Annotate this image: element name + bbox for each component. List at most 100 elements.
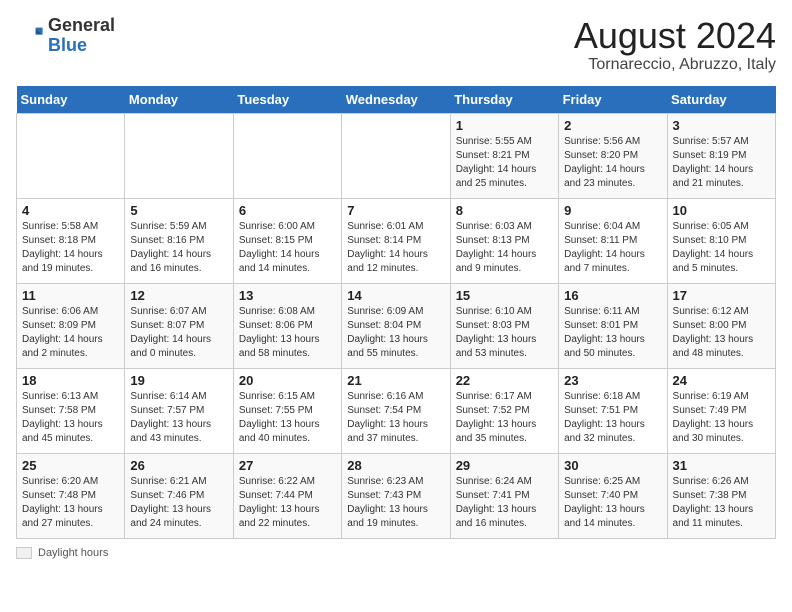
- day-number: 3: [673, 118, 770, 133]
- day-info: Sunrise: 6:22 AMSunset: 7:44 PMDaylight:…: [239, 475, 336, 531]
- day-info: Sunrise: 5:59 AMSunset: 8:16 PMDaylight:…: [130, 220, 227, 276]
- title-block: August 2024 Tornareccio, Abruzzo, Italy: [574, 16, 776, 74]
- day-info: Sunrise: 6:15 AMSunset: 7:55 PMDaylight:…: [239, 390, 336, 446]
- day-header-saturday: Saturday: [667, 86, 775, 114]
- calendar-cell: 28Sunrise: 6:23 AMSunset: 7:43 PMDayligh…: [342, 453, 450, 538]
- calendar-cell: 6 Sunrise: 6:00 AMSunset: 8:15 PMDaylight…: [233, 198, 341, 283]
- day-info: Sunrise: 5:58 AMSunset: 8:18 PMDaylight:…: [22, 220, 119, 276]
- day-number: 10: [673, 203, 770, 218]
- month-year: August 2024: [574, 16, 776, 56]
- logo-blue: Blue: [48, 35, 87, 55]
- day-info: Sunrise: 6:21 AMSunset: 7:46 PMDaylight:…: [130, 475, 227, 531]
- day-number: 31: [673, 458, 770, 473]
- calendar-cell: 13 Sunrise: 6:08 AMSunset: 8:06 PMDayligh…: [233, 283, 341, 368]
- day-info: Sunrise: 6:24 AMSunset: 7:41 PMDaylight:…: [456, 475, 553, 531]
- calendar-cell: 18 Sunrise: 6:13 AMSunset: 7:58 PMDayligh…: [17, 368, 125, 453]
- calendar-cell: [125, 113, 233, 198]
- day-info: Sunrise: 6:19 AMSunset: 7:49 PMDaylight:…: [673, 390, 770, 446]
- daylight-box: [16, 547, 32, 559]
- day-number: 4: [22, 203, 119, 218]
- day-info: Sunrise: 6:05 AMSunset: 8:10 PMDaylight:…: [673, 220, 770, 276]
- day-info: Sunrise: 6:07 AMSunset: 8:07 PMDaylight:…: [130, 305, 227, 361]
- calendar-cell: 27Sunrise: 6:22 AMSunset: 7:44 PMDayligh…: [233, 453, 341, 538]
- calendar-cell: 1 Sunrise: 5:55 AMSunset: 8:21 PMDaylight…: [450, 113, 558, 198]
- day-number: 23: [564, 373, 661, 388]
- day-number: 19: [130, 373, 227, 388]
- day-number: 13: [239, 288, 336, 303]
- day-number: 29: [456, 458, 553, 473]
- header-row: SundayMondayTuesdayWednesdayThursdayFrid…: [17, 86, 776, 114]
- calendar-cell: 26 Sunrise: 6:21 AMSunset: 7:46 PMDayligh…: [125, 453, 233, 538]
- day-number: 18: [22, 373, 119, 388]
- day-header-wednesday: Wednesday: [342, 86, 450, 114]
- day-number: 2: [564, 118, 661, 133]
- day-info: Sunrise: 6:06 AMSunset: 8:09 PMDaylight:…: [22, 305, 119, 361]
- day-number: 12: [130, 288, 227, 303]
- week-row-2: 4 Sunrise: 5:58 AMSunset: 8:18 PMDaylight…: [17, 198, 776, 283]
- calendar-cell: 5 Sunrise: 5:59 AMSunset: 8:16 PMDaylight…: [125, 198, 233, 283]
- calendar-cell: 31 Sunrise: 6:26 AMSunset: 7:38 PMDayligh…: [667, 453, 775, 538]
- calendar-table: SundayMondayTuesdayWednesdayThursdayFrid…: [16, 86, 776, 539]
- calendar-cell: 23 Sunrise: 6:18 AMSunset: 7:51 PMDayligh…: [559, 368, 667, 453]
- calendar-cell: 4 Sunrise: 5:58 AMSunset: 8:18 PMDaylight…: [17, 198, 125, 283]
- footer-label: Daylight hours: [38, 547, 108, 559]
- day-info: Sunrise: 6:13 AMSunset: 7:58 PMDaylight:…: [22, 390, 119, 446]
- day-header-thursday: Thursday: [450, 86, 558, 114]
- day-number: 9: [564, 203, 661, 218]
- logo-text: General Blue: [48, 16, 115, 56]
- day-number: 11: [22, 288, 119, 303]
- day-info: Sunrise: 5:55 AMSunset: 8:21 PMDaylight:…: [456, 135, 553, 191]
- calendar-cell: 14Sunrise: 6:09 AMSunset: 8:04 PMDayligh…: [342, 283, 450, 368]
- calendar-cell: 12 Sunrise: 6:07 AMSunset: 8:07 PMDayligh…: [125, 283, 233, 368]
- calendar-cell: 8 Sunrise: 6:03 AMSunset: 8:13 PMDaylight…: [450, 198, 558, 283]
- day-number: 6: [239, 203, 336, 218]
- day-header-monday: Monday: [125, 86, 233, 114]
- page-header: General Blue August 2024 Tornareccio, Ab…: [16, 16, 776, 74]
- day-info: Sunrise: 6:11 AMSunset: 8:01 PMDaylight:…: [564, 305, 661, 361]
- day-number: 20: [239, 373, 336, 388]
- calendar-cell: 25 Sunrise: 6:20 AMSunset: 7:48 PMDayligh…: [17, 453, 125, 538]
- footer: Daylight hours: [16, 547, 776, 559]
- day-number: 15: [456, 288, 553, 303]
- day-number: 8: [456, 203, 553, 218]
- calendar-cell: 21Sunrise: 6:16 AMSunset: 7:54 PMDayligh…: [342, 368, 450, 453]
- day-info: Sunrise: 6:00 AMSunset: 8:15 PMDaylight:…: [239, 220, 336, 276]
- day-info: Sunrise: 6:03 AMSunset: 8:13 PMDaylight:…: [456, 220, 553, 276]
- calendar-cell: 22 Sunrise: 6:17 AMSunset: 7:52 PMDayligh…: [450, 368, 558, 453]
- calendar-cell: 3 Sunrise: 5:57 AMSunset: 8:19 PMDaylight…: [667, 113, 775, 198]
- day-number: 14: [347, 288, 444, 303]
- day-number: 22: [456, 373, 553, 388]
- day-header-tuesday: Tuesday: [233, 86, 341, 114]
- day-number: 26: [130, 458, 227, 473]
- day-number: 5: [130, 203, 227, 218]
- day-header-friday: Friday: [559, 86, 667, 114]
- day-info: Sunrise: 5:56 AMSunset: 8:20 PMDaylight:…: [564, 135, 661, 191]
- day-info: Sunrise: 6:10 AMSunset: 8:03 PMDaylight:…: [456, 305, 553, 361]
- day-info: Sunrise: 6:26 AMSunset: 7:38 PMDaylight:…: [673, 475, 770, 531]
- day-info: Sunrise: 6:08 AMSunset: 8:06 PMDaylight:…: [239, 305, 336, 361]
- calendar-cell: 2 Sunrise: 5:56 AMSunset: 8:20 PMDaylight…: [559, 113, 667, 198]
- day-info: Sunrise: 6:20 AMSunset: 7:48 PMDaylight:…: [22, 475, 119, 531]
- day-number: 17: [673, 288, 770, 303]
- day-info: Sunrise: 6:23 AMSunset: 7:43 PMDaylight:…: [347, 475, 444, 531]
- calendar-cell: 7Sunrise: 6:01 AMSunset: 8:14 PMDaylight…: [342, 198, 450, 283]
- calendar-cell: 24 Sunrise: 6:19 AMSunset: 7:49 PMDayligh…: [667, 368, 775, 453]
- calendar-cell: 15 Sunrise: 6:10 AMSunset: 8:03 PMDayligh…: [450, 283, 558, 368]
- logo: General Blue: [16, 16, 115, 56]
- calendar-cell: [342, 113, 450, 198]
- logo-icon: [16, 22, 44, 50]
- calendar-cell: [233, 113, 341, 198]
- week-row-3: 11 Sunrise: 6:06 AMSunset: 8:09 PMDayligh…: [17, 283, 776, 368]
- day-number: 25: [22, 458, 119, 473]
- day-header-sunday: Sunday: [17, 86, 125, 114]
- week-row-1: 1 Sunrise: 5:55 AMSunset: 8:21 PMDaylight…: [17, 113, 776, 198]
- day-number: 1: [456, 118, 553, 133]
- day-number: 24: [673, 373, 770, 388]
- week-row-4: 18 Sunrise: 6:13 AMSunset: 7:58 PMDayligh…: [17, 368, 776, 453]
- day-info: Sunrise: 5:57 AMSunset: 8:19 PMDaylight:…: [673, 135, 770, 191]
- calendar-cell: 30Sunrise: 6:25 AMSunset: 7:40 PMDayligh…: [559, 453, 667, 538]
- day-info: Sunrise: 6:17 AMSunset: 7:52 PMDaylight:…: [456, 390, 553, 446]
- day-info: Sunrise: 6:18 AMSunset: 7:51 PMDaylight:…: [564, 390, 661, 446]
- day-number: 21: [347, 373, 444, 388]
- location: Tornareccio, Abruzzo, Italy: [574, 56, 776, 74]
